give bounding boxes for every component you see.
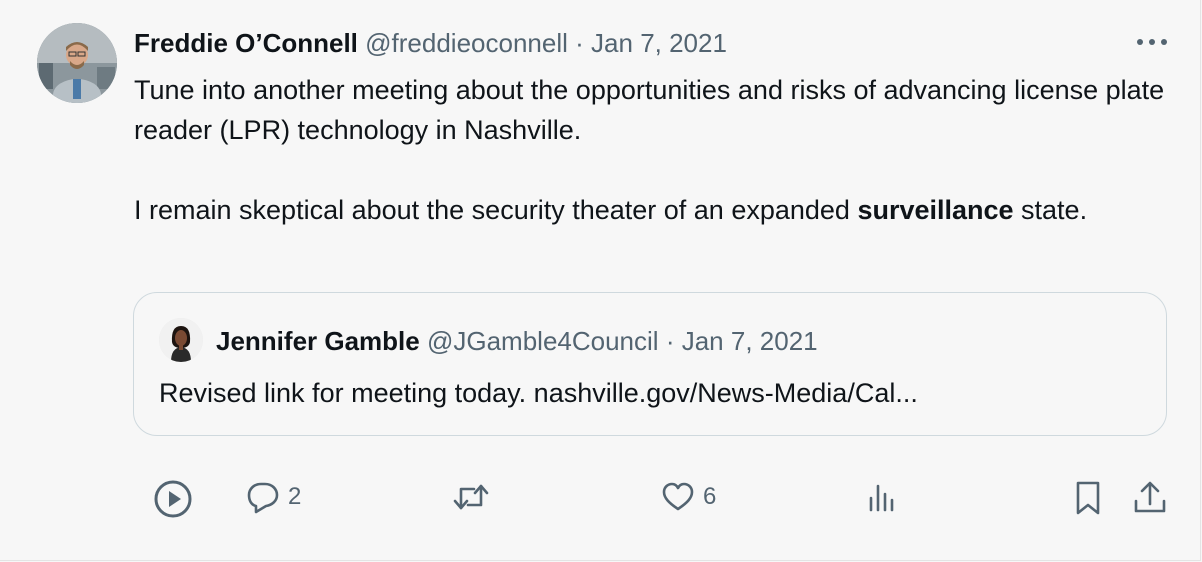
play-icon [152, 478, 194, 520]
author-avatar[interactable] [37, 23, 117, 103]
tweet-paragraph-1: Tune into another meeting about the oppo… [134, 75, 1165, 145]
tweet-card[interactable]: Freddie O’Connell @freddieoconnell · Jan… [0, 0, 1201, 561]
tweet-header: Freddie O’Connell @freddieoconnell · Jan… [134, 25, 727, 61]
more-icon[interactable] [1132, 22, 1172, 62]
retweet-icon [451, 478, 491, 516]
author-name[interactable]: Freddie O’Connell [134, 28, 358, 58]
quote-author-handle[interactable]: @JGamble4Council [427, 326, 659, 356]
tweet-date[interactable]: Jan 7, 2021 [591, 28, 727, 58]
bookmark-icon [1070, 478, 1106, 518]
tweet-paragraph-2: I remain skeptical about the security th… [134, 190, 1174, 230]
quote-header-separator: · [665, 326, 675, 356]
author-handle[interactable]: @freddieoconnell [365, 28, 568, 58]
play-button[interactable] [152, 478, 194, 520]
tweet-paragraph-2-end: state. [1013, 195, 1088, 225]
quote-author-avatar[interactable] [159, 318, 203, 362]
quoted-tweet[interactable]: Jennifer Gamble @JGamble4Council · Jan 7… [133, 292, 1167, 436]
tweet-bold-word: surveillance [857, 195, 1014, 225]
action-bar: 2 6 [0, 470, 1200, 530]
reply-icon [244, 478, 282, 516]
views-icon [864, 478, 900, 516]
bookmark-button[interactable] [1070, 478, 1106, 518]
views-button[interactable] [864, 478, 900, 516]
share-button[interactable] [1130, 478, 1170, 518]
quote-text: Revised link for meeting today. nashvill… [159, 378, 918, 408]
retweet-button[interactable] [451, 478, 491, 516]
like-count: 6 [703, 483, 717, 510]
tweet-text: Tune into another meeting about the oppo… [134, 70, 1174, 230]
quote-header: Jennifer Gamble @JGamble4Council · Jan 7… [216, 323, 818, 359]
like-icon [659, 478, 697, 516]
quote-author-name[interactable]: Jennifer Gamble [216, 326, 420, 356]
header-separator: · [575, 28, 584, 58]
share-icon [1130, 478, 1170, 518]
tweet-paragraph-2-start: I remain skeptical about the security th… [134, 195, 858, 225]
quote-date[interactable]: Jan 7, 2021 [682, 326, 818, 356]
reply-count: 2 [288, 483, 302, 510]
like-button[interactable]: 6 [659, 478, 716, 516]
reply-button[interactable]: 2 [244, 478, 301, 516]
